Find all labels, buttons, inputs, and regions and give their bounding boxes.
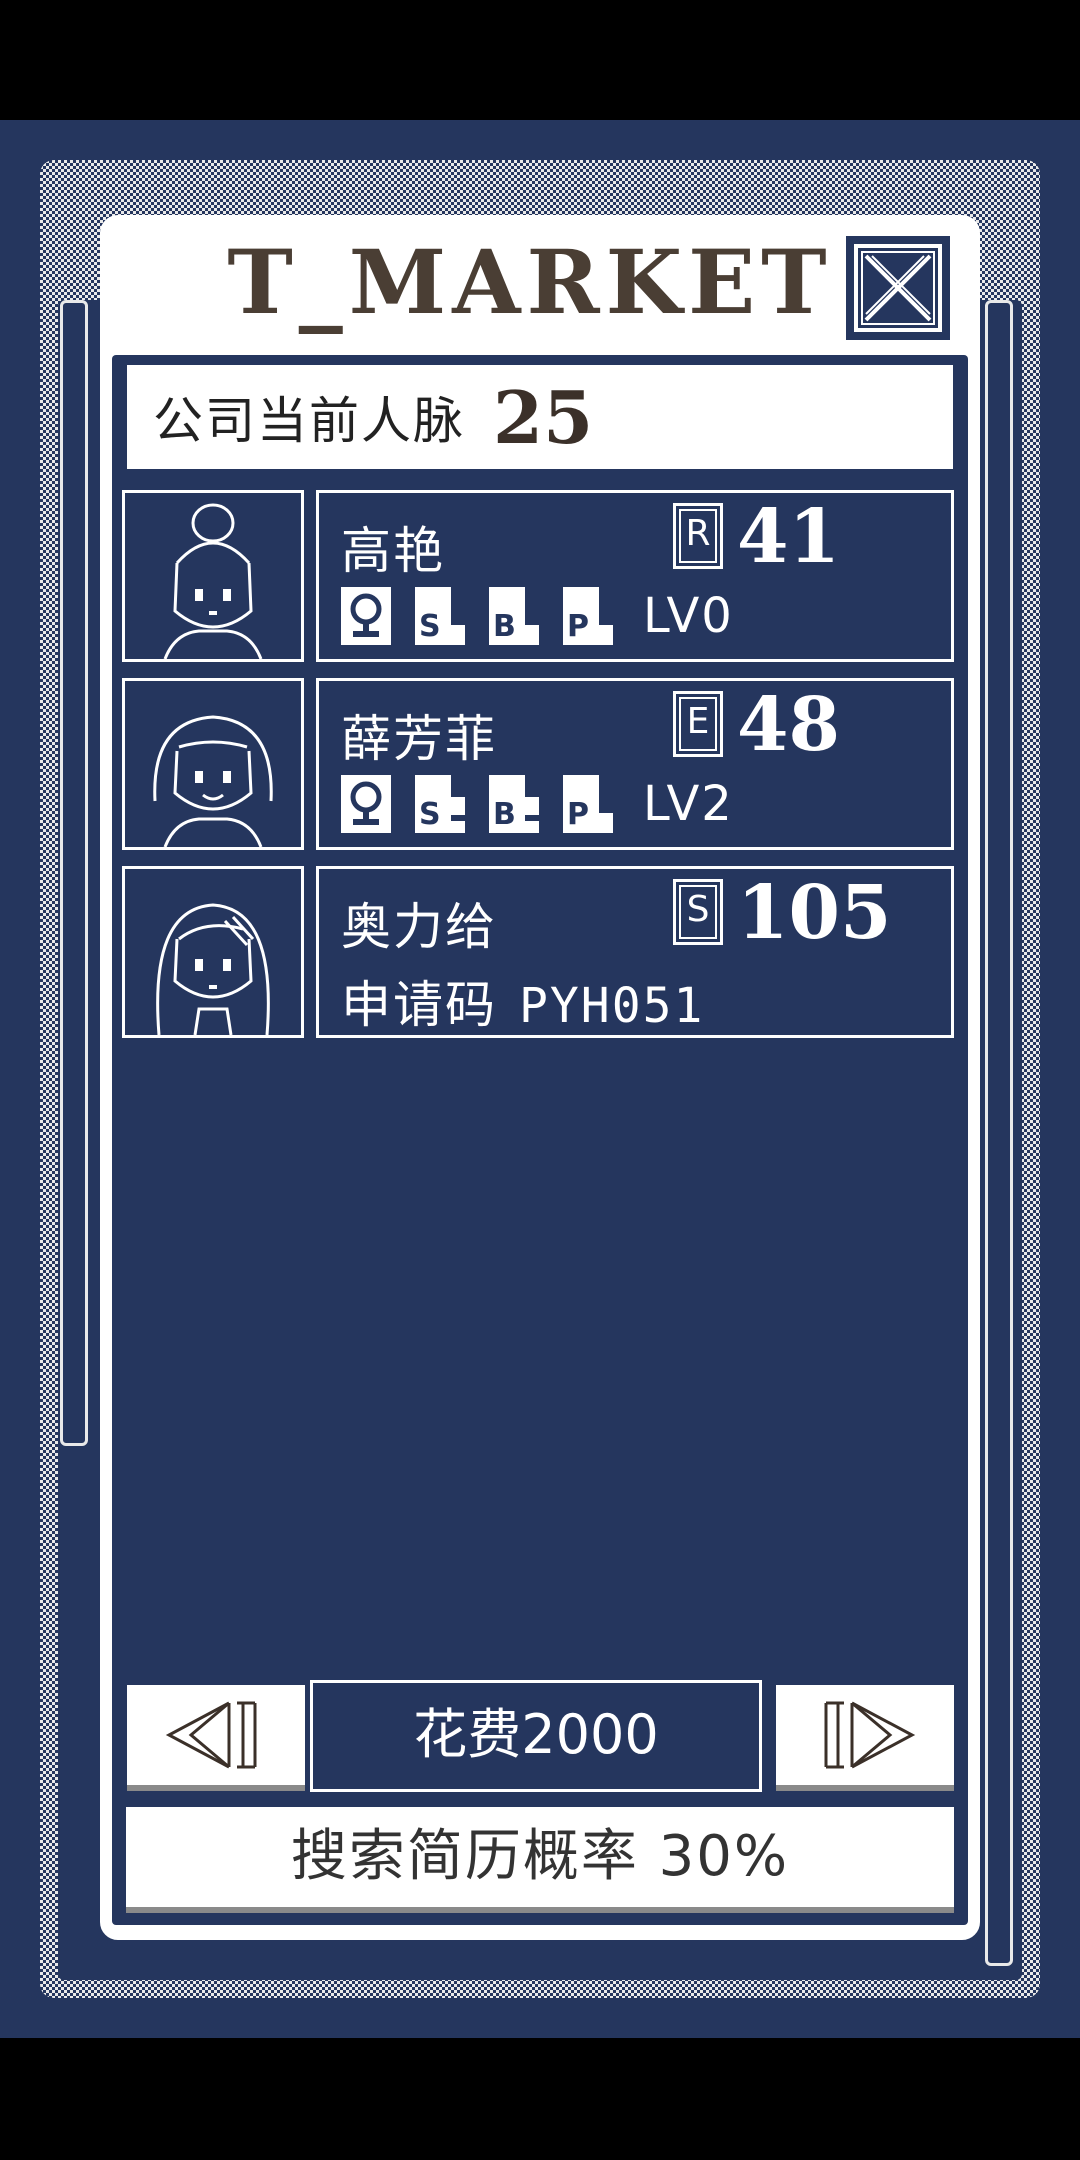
right-rail: [985, 300, 1013, 1966]
candidate-level: LV0: [643, 588, 734, 644]
search-resume-button[interactable]: 搜索简历概率 30%: [126, 1807, 954, 1913]
candidate-info: 奥力给 S 105 申请码 PYH051: [316, 866, 954, 1038]
candidate-level: LV2: [643, 776, 734, 832]
prev-arrow-icon: [165, 1701, 257, 1769]
bob-hair-avatar: [122, 678, 304, 850]
candidate-score: 105: [737, 870, 892, 956]
candidate-name: 高艳: [341, 522, 445, 580]
application-code: 申请码 PYH051: [341, 965, 704, 1037]
rank-badge: S: [673, 879, 723, 945]
candidate-row[interactable]: 奥力给 S 105 申请码 PYH051: [122, 866, 954, 1038]
rank-badge: E: [673, 691, 723, 757]
next-button[interactable]: [776, 1685, 954, 1791]
candidate-score: 41: [737, 494, 840, 580]
skill-tag-p: P: [563, 587, 613, 645]
female-icon: [341, 587, 391, 645]
candidate-info: 高艳 R 41 S B P LV0: [316, 490, 954, 662]
female-icon: [341, 775, 391, 833]
close-x-icon: [854, 244, 942, 332]
candidate-info: 薛芳菲 E 48 S B P LV2: [316, 678, 954, 850]
rank-badge: R: [673, 503, 723, 569]
candidate-row[interactable]: 薛芳菲 E 48 S B P LV2: [122, 678, 954, 850]
network-bar: 公司当前人脉 25: [124, 362, 956, 472]
application-code-label: 申请码: [341, 976, 497, 1034]
skill-tags: S B P LV0: [341, 587, 734, 645]
bun-hair-avatar: [122, 490, 304, 662]
skill-tag-b: B: [489, 587, 539, 645]
candidate-row[interactable]: 高艳 R 41 S B P LV0: [122, 490, 954, 662]
skill-tags: S B P LV2: [341, 775, 734, 833]
network-label: 公司当前人脉: [153, 392, 465, 450]
skill-tag-b: B: [489, 775, 539, 833]
skill-tag-p: P: [563, 775, 613, 833]
left-rail: [60, 300, 88, 1446]
candidate-score: 48: [737, 682, 840, 768]
skill-tag-s: S: [415, 587, 465, 645]
next-arrow-icon: [824, 1701, 916, 1769]
skill-tag-s: S: [415, 775, 465, 833]
candidate-name: 薛芳菲: [341, 710, 497, 768]
network-value: 25: [493, 374, 594, 460]
application-code-value: PYH051: [519, 978, 705, 1034]
modal-title: T_MARKET: [227, 230, 833, 334]
long-hair-avatar: [122, 866, 304, 1038]
prev-button[interactable]: [127, 1685, 305, 1791]
cost-button[interactable]: 花费2000: [310, 1680, 762, 1792]
close-button[interactable]: [846, 236, 950, 340]
candidate-name: 奥力给: [341, 898, 497, 956]
